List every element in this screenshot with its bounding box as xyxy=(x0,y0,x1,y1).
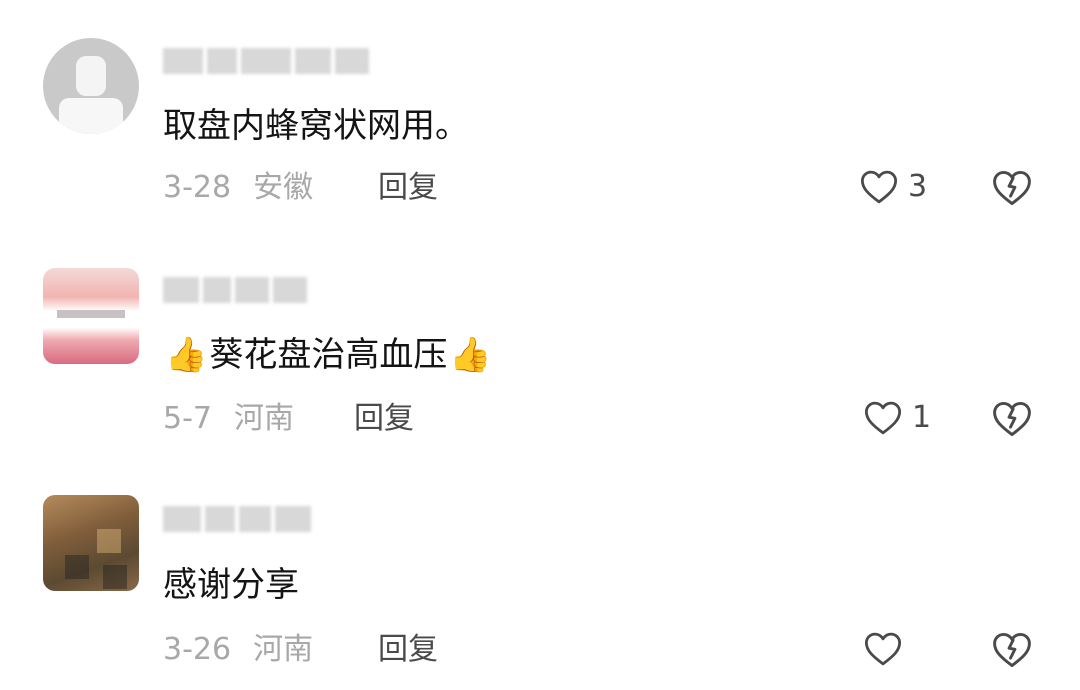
avatar-pixel-shape xyxy=(57,310,125,318)
broken-heart-icon xyxy=(990,397,1034,441)
username-blurred[interactable] xyxy=(163,503,311,535)
dislike-button[interactable] xyxy=(990,628,1034,672)
comment-location: 河南 xyxy=(253,632,314,667)
thumbs-up-emoji: 👍 xyxy=(449,335,492,375)
like-count: 1 xyxy=(912,400,932,435)
broken-heart-icon xyxy=(990,628,1034,672)
comment-meta: 5-7 河南 xyxy=(163,399,294,439)
comment-item: 感谢分享 3-26 河南 回复 xyxy=(0,0,1080,668)
avatar-pixel-shape xyxy=(65,555,89,579)
comment-location: 河南 xyxy=(234,401,294,436)
comment-text-content: 葵花盘治高血压 xyxy=(209,335,448,375)
comment-text-content: 感谢分享 xyxy=(163,565,299,605)
comment-text: 👍 葵花盘治高血压 👍 xyxy=(163,333,494,377)
avatar[interactable] xyxy=(43,495,139,591)
comment-text: 感谢分享 xyxy=(163,563,299,607)
like-button[interactable]: 1 xyxy=(862,397,931,439)
reply-button[interactable]: 回复 xyxy=(354,399,414,439)
heart-outline-icon xyxy=(862,397,904,439)
comment-date: 5-7 xyxy=(163,401,212,436)
comment-meta: 3-26 河南 xyxy=(163,630,313,670)
avatar-pixel-shape xyxy=(103,565,127,589)
avatar-pixel-shape xyxy=(97,529,121,553)
heart-outline-icon xyxy=(862,628,904,670)
like-button[interactable] xyxy=(862,628,912,670)
avatar[interactable] xyxy=(43,268,139,364)
comment-date: 3-26 xyxy=(163,632,232,667)
dislike-button[interactable] xyxy=(990,397,1034,441)
username-blurred[interactable] xyxy=(163,274,307,306)
thumbs-up-emoji: 👍 xyxy=(165,335,208,375)
reply-button[interactable]: 回复 xyxy=(378,630,438,670)
